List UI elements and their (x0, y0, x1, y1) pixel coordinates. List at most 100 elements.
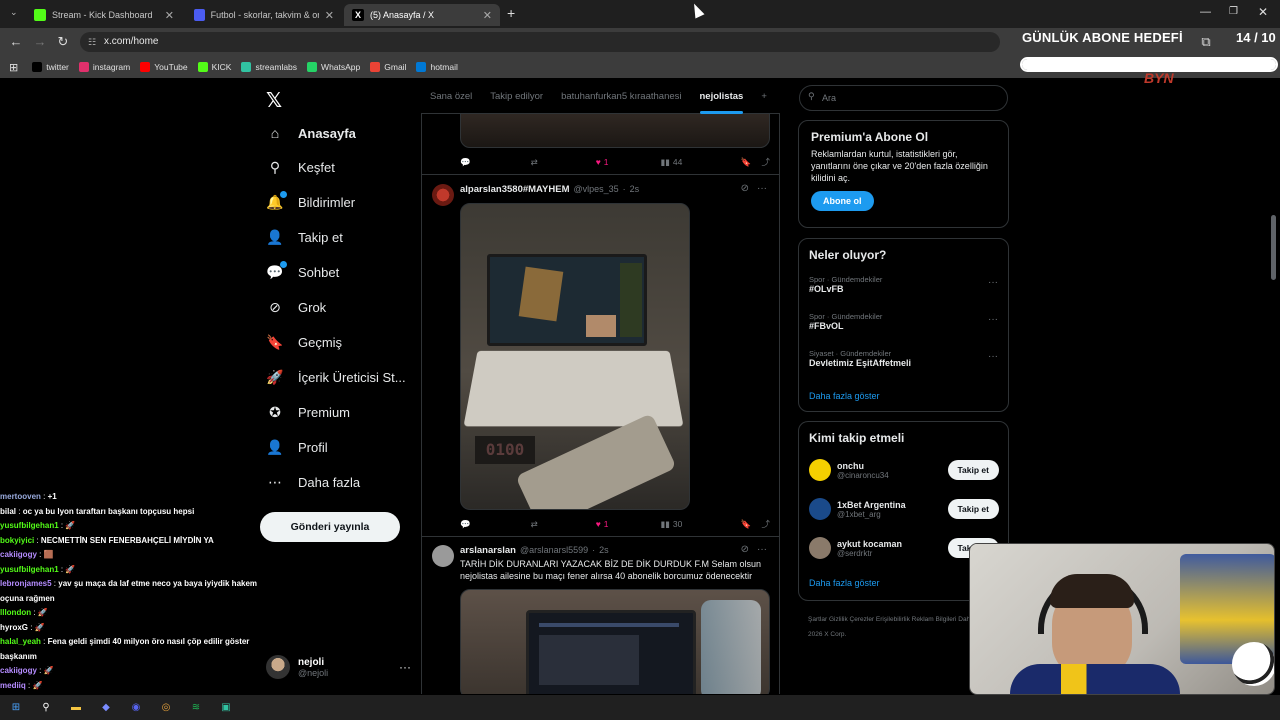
nav-item-4[interactable]: 💬 Sohbet (266, 260, 339, 285)
bookmark-hotmail[interactable]: hotmail (416, 62, 458, 72)
bookmark-whatsapp[interactable]: WhatsApp (307, 62, 360, 72)
bookmark-icon[interactable]: 🔖 (741, 519, 752, 530)
chat-username[interactable]: yusufbilgehan1 (0, 521, 59, 530)
trends-show-more[interactable]: Daha fazla göster (809, 391, 880, 401)
reply-icon[interactable]: 💬 (460, 157, 471, 168)
nav-item-9[interactable]: 👤 Profil (266, 435, 327, 459)
app2-icon[interactable]: ▣ (218, 700, 234, 716)
feed-tab-4[interactable]: + (752, 80, 776, 114)
chat-username[interactable]: cakiigogy (0, 666, 37, 675)
extensions-icon[interactable]: ⧉ (1198, 34, 1214, 50)
avatar[interactable] (432, 184, 454, 206)
nav-item-1[interactable]: ⚲ Keşfet (266, 156, 335, 180)
windows-icon[interactable]: ⊞ (8, 700, 24, 716)
x-logo-icon[interactable]: 𝕏 (266, 88, 282, 113)
follow-suggestion[interactable]: 1xBet Argentina @1xbet_arg Takip et (809, 495, 999, 523)
bookmark-icon[interactable]: 🔖 (741, 157, 752, 168)
nav-item-3[interactable]: 👤 Takip et (266, 226, 343, 250)
tab-x-home[interactable]: X (5) Anasayfa / X ✕ (344, 4, 500, 26)
trend-item[interactable]: Siyaset · Gündemdekiler Devletimiz EşitAf… (809, 349, 999, 368)
search-input[interactable]: Ara (799, 85, 1008, 111)
grok-icon[interactable]: ⊘ (741, 544, 749, 555)
tweet-handle[interactable]: @arslanarsl5599 (520, 545, 588, 555)
feed-tab-1[interactable]: Takip edilyor (481, 80, 552, 114)
share-icon[interactable]: ⤴ (761, 156, 770, 168)
chat-username[interactable]: cakiigogy (0, 550, 37, 559)
site-info-icon[interactable]: ☷ (88, 32, 96, 52)
views-button[interactable]: ▮▮ 30 (661, 519, 683, 530)
forward-icon[interactable]: → (32, 34, 48, 50)
new-tab-icon[interactable]: + (507, 5, 515, 21)
follow-button[interactable]: Takip et (947, 499, 999, 519)
bookmark-kick[interactable]: KICK (197, 62, 231, 72)
reply-icon[interactable]: 💬 (460, 519, 471, 530)
back-icon[interactable]: ← (8, 34, 24, 50)
tweet-username[interactable]: arslanarslan (460, 545, 516, 556)
feed-tab-0[interactable]: Sana özel (421, 80, 481, 114)
spotify-icon[interactable]: ≋ (188, 700, 204, 716)
close-tab-icon[interactable]: ✕ (325, 9, 334, 22)
trend-item[interactable]: Spor · Gündemdekiler #OLvFB (809, 275, 999, 294)
url-input[interactable]: ☷ x.com/home (80, 32, 1000, 52)
more-icon[interactable]: ··· (988, 351, 998, 362)
tab-futbol[interactable]: Futbol - skorlar, takvim & oranl ✕ (186, 4, 342, 26)
tweet-time[interactable]: 2s (630, 184, 640, 194)
nav-item-7[interactable]: 🚀 İçerik Üreticisi St... (266, 365, 405, 389)
nav-item-6[interactable]: 🔖 Geçmiş (266, 330, 342, 354)
bookmark-twitter[interactable]: twitter (32, 62, 69, 72)
bookmark-streamlabs[interactable]: streamlabs (241, 62, 297, 72)
app-icon[interactable]: ◆ (98, 700, 114, 716)
like-button[interactable]: ♥ 1 (596, 157, 609, 167)
who-show-more[interactable]: Daha fazla göster (809, 578, 880, 588)
folder-icon[interactable]: ▬ (68, 700, 84, 716)
follow-suggestion[interactable]: onchu @cinaroncu34 Takip et (809, 456, 999, 484)
chat-username[interactable]: mertooven (0, 492, 41, 501)
trend-item[interactable]: Spor · Gündemdekiler #FBvOL (809, 312, 999, 331)
chat-username[interactable]: lllondon (0, 608, 31, 617)
close-tab-icon[interactable]: ✕ (483, 9, 492, 22)
subscribe-button[interactable]: Abone ol (811, 191, 874, 211)
follow-button[interactable]: Takip et (947, 460, 999, 480)
more-icon[interactable]: ··· (757, 183, 767, 194)
feed-tab-2[interactable]: batuhanfurkan5 kıraathanesi (552, 80, 690, 114)
share-icon[interactable]: ⤴ (761, 518, 770, 530)
close-window-icon[interactable]: ✕ (1258, 5, 1268, 19)
search-icon[interactable]: ⚲ (38, 700, 54, 716)
chat-username[interactable]: yusufbilgehan1 (0, 565, 59, 574)
nav-item-5[interactable]: ⊘ Grok (266, 296, 326, 320)
page-scrollbar[interactable] (1271, 215, 1276, 280)
tweet-time[interactable]: 2s (599, 545, 609, 555)
avatar[interactable] (432, 545, 454, 567)
retweet-icon[interactable]: ⇄ (531, 157, 538, 168)
like-button[interactable]: ♥ 1 (596, 519, 609, 529)
views-button[interactable]: ▮▮ 44 (661, 157, 683, 168)
more-icon[interactable]: ··· (399, 660, 411, 674)
minimize-icon[interactable]: — (1200, 6, 1211, 18)
chat-username[interactable]: bilal (0, 507, 16, 516)
tab-list-icon[interactable]: ⌄ (10, 7, 18, 18)
discord-icon[interactable]: ◉ (128, 700, 144, 716)
chat-username[interactable]: mediiq (0, 681, 26, 690)
tweet-username[interactable]: alparslan3580#MAYHEM (460, 184, 569, 195)
nav-item-0[interactable]: ⌂ Anasayfa (266, 121, 356, 145)
chat-username[interactable]: lebronjames5 (0, 579, 52, 588)
nav-item-2[interactable]: 🔔 Bildirimler (266, 190, 355, 215)
bookmark-gmail[interactable]: Gmail (370, 62, 406, 72)
tweet-photo[interactable] (460, 589, 770, 694)
reload-icon[interactable]: ↻ (55, 34, 71, 50)
bookmark-instagram[interactable]: instagram (78, 62, 130, 72)
chrome-icon[interactable]: ◎ (158, 700, 174, 716)
feed-tab-3[interactable]: nejolistas (691, 80, 753, 114)
more-icon[interactable]: ··· (988, 314, 998, 325)
chat-username[interactable]: halal_yeah (0, 637, 41, 646)
bookmark-youtube[interactable]: YouTube (140, 62, 188, 72)
tab-kick-dashboard[interactable]: Stream - Kick Dashboard ✕ (26, 4, 182, 26)
tweet-handle[interactable]: @vlpes_35 (573, 184, 618, 194)
restore-icon[interactable]: ❐ (1229, 6, 1238, 17)
tweet-photo[interactable]: 0100 (460, 203, 690, 510)
retweet-icon[interactable]: ⇄ (531, 519, 538, 530)
apps-grid-icon[interactable]: ⊞ (9, 61, 18, 74)
chat-username[interactable]: hyroxG (0, 623, 28, 632)
grok-icon[interactable]: ⊘ (741, 183, 749, 194)
more-icon[interactable]: ··· (988, 277, 998, 288)
